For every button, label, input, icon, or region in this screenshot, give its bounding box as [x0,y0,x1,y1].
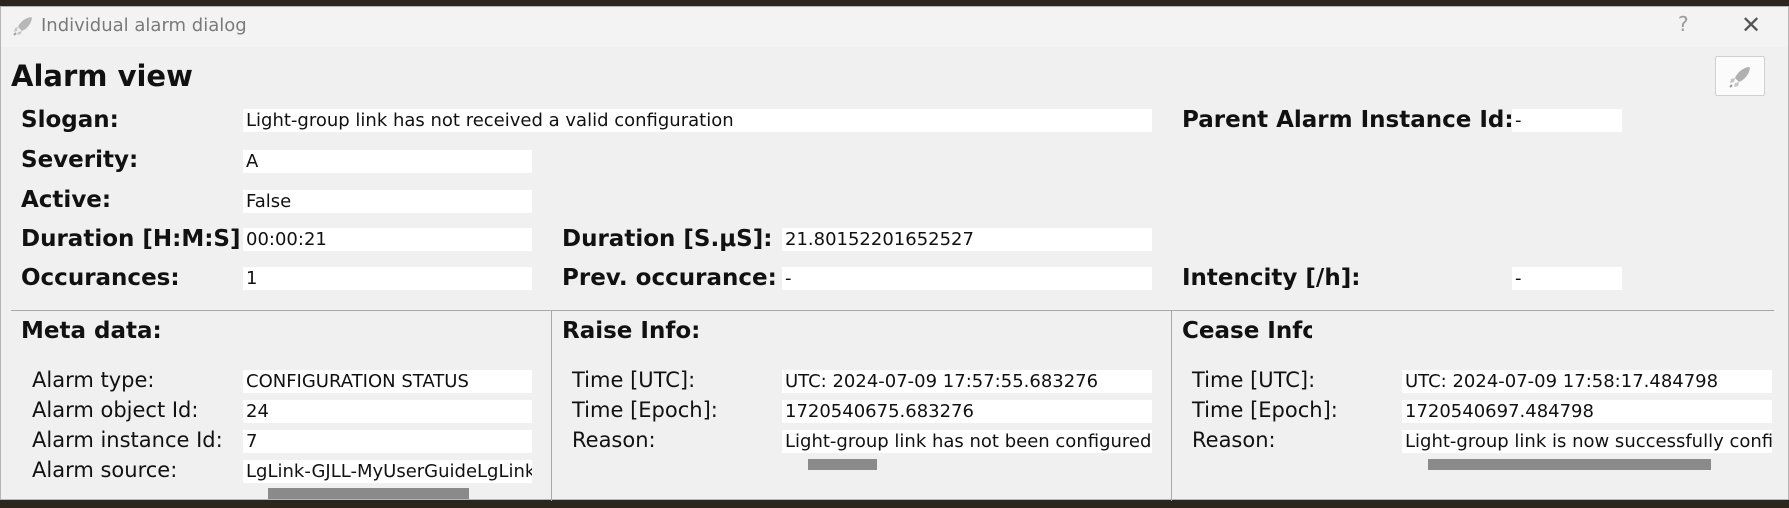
active-label: Active: [21,187,112,213]
alarm-type-field[interactable]: CONFIGURATION STATUS [243,370,532,393]
duration-s-label: Duration [S.μS]: [562,226,773,252]
active-field[interactable]: False [243,190,532,213]
title-bar: Individual alarm dialog ? ✕ [1,7,1788,47]
severity-label: Severity: [21,147,139,173]
raise-utc-label: Time [UTC]: [572,368,696,392]
divider [11,310,1774,311]
slogan-label: Slogan: [21,107,119,133]
alarm-instance-id-field[interactable]: 7 [243,430,532,453]
duration-hms-field[interactable]: 00:00:21 [243,228,532,251]
raise-epoch-field[interactable]: 1720540675.683276 [782,400,1152,423]
cease-info-title: Cease Info: [1182,318,1312,344]
occurances-label: Occurances: [21,265,180,291]
alarm-instance-id-label: Alarm instance Id: [32,428,223,452]
cease-epoch-label: Time [Epoch]: [1192,398,1338,422]
cease-reason-label: Reason: [1192,428,1276,452]
page-title: Alarm view [11,59,193,93]
cease-reason-scrollbar[interactable] [1428,459,1711,470]
raise-reason-scrollbar[interactable] [808,459,877,470]
alarm-source-label: Alarm source: [32,458,178,482]
cease-utc-label: Time [UTC]: [1192,368,1316,392]
close-button[interactable]: ✕ [1741,11,1761,39]
column-divider [1171,311,1172,501]
help-button[interactable]: ? [1678,12,1689,36]
raise-reason-field[interactable]: Light-group link has not been configured… [782,430,1152,453]
column-divider [551,311,552,501]
raise-info-title: Raise Info: [562,318,701,344]
alarm-type-label: Alarm type: [32,368,155,392]
occurances-field[interactable]: 1 [243,267,532,290]
parent-instance-field[interactable]: - [1512,109,1622,132]
cease-epoch-field[interactable]: 1720540697.484798 [1402,400,1772,423]
prev-occurance-label: Prev. occurance: [562,265,777,291]
alarm-dialog: Individual alarm dialog ? ✕ Alarm view S… [0,6,1789,501]
alarm-source-field[interactable]: LgLink-GJLL-MyUserGuideLgLinkI [243,460,532,483]
duration-hms-label: Duration [H:M:S]: [21,226,250,252]
window-title: Individual alarm dialog [41,15,247,36]
alarm-source-scrollbar[interactable] [268,488,469,499]
rocket-icon [13,17,32,36]
raise-reason-label: Reason: [572,428,656,452]
raise-utc-field[interactable]: UTC: 2024-07-09 17:57:55.683276 [782,370,1152,393]
slogan-field[interactable]: Light-group link has not received a vali… [243,109,1152,132]
alarm-object-id-field[interactable]: 24 [243,400,532,423]
rocket-icon [1729,67,1750,88]
parent-instance-label: Parent Alarm Instance Id: [1182,107,1514,133]
rocket-button[interactable] [1715,56,1765,96]
cease-reason-field[interactable]: Light-group link is now successfully con… [1402,430,1772,453]
severity-field[interactable]: A [243,150,532,173]
intencity-field[interactable]: - [1512,267,1622,290]
prev-occurance-field[interactable]: - [782,267,1152,290]
intencity-label: Intencity [/h]: [1182,265,1361,291]
meta-data-title: Meta data: [21,318,162,344]
raise-epoch-label: Time [Epoch]: [572,398,718,422]
alarm-object-id-label: Alarm object Id: [32,398,199,422]
cease-utc-field[interactable]: UTC: 2024-07-09 17:58:17.484798 [1402,370,1772,393]
duration-s-field[interactable]: 21.80152201652527 [782,228,1152,251]
